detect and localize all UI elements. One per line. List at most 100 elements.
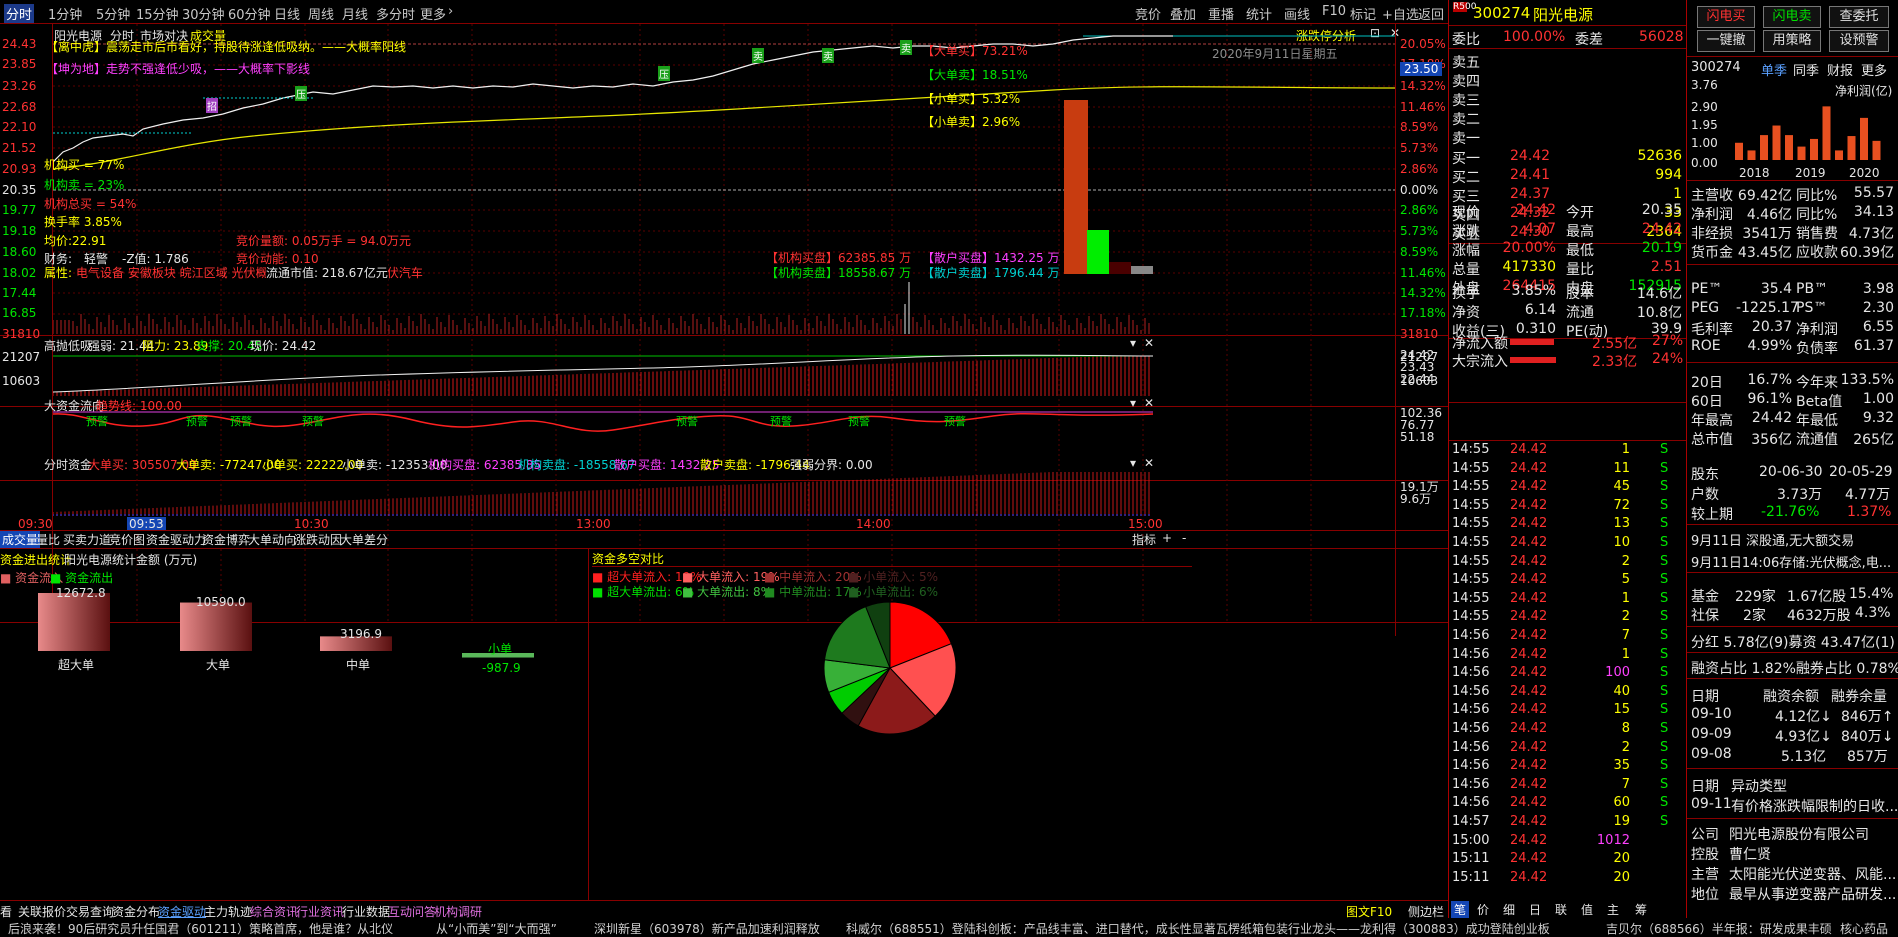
tab-buy-sell-force[interactable]: 买卖力道 xyxy=(63,531,111,548)
collapse-icon[interactable]: ▾ xyxy=(1130,456,1136,470)
flash-sell-button[interactable]: 闪电卖 xyxy=(1763,6,1821,28)
tab-1min[interactable]: 1分钟 xyxy=(48,4,82,23)
tab-pen[interactable]: 笔 xyxy=(1451,901,1470,918)
chevron-right-icon[interactable]: › xyxy=(448,4,453,19)
fin-value: 6.55 xyxy=(1862,319,1894,335)
news-item[interactable]: 后浪来袭！90后研究员升任国君（601211）策略首席，他是谁？从北仪 xyxy=(8,920,393,937)
tab-monthly[interactable]: 月线 xyxy=(342,4,368,23)
sell-marker[interactable]: 卖 xyxy=(822,48,834,63)
close-icon[interactable]: ✕ xyxy=(1144,336,1154,350)
tab-big-diff[interactable]: 大单差分 xyxy=(340,531,388,548)
attr-label: 属性: xyxy=(44,266,73,280)
tab-15min[interactable]: 15分钟 xyxy=(136,4,179,23)
news-line[interactable]: 9月11日 深股通,无大额交易 xyxy=(1691,530,1854,549)
stat-label: 量比 xyxy=(1566,262,1594,278)
tab-vol-ratio[interactable]: 量比 xyxy=(36,531,60,548)
indicator-tab-bar: 成交量 量比 买卖力道 竞价图 资金驱动力 资金博弈 大单动向 涨跌动因 大单差… xyxy=(0,530,1448,548)
tab-quarter[interactable]: 单季 xyxy=(1761,60,1787,79)
tab-fenshi[interactable]: 分时 xyxy=(4,4,35,23)
retail-sell-amount: 【散户卖盘】1796.44 万 xyxy=(922,266,1060,280)
tick-price: 24.42 xyxy=(1510,776,1548,792)
weicha-label: 委差 xyxy=(1575,32,1603,48)
tick-price: 24.42 xyxy=(1510,869,1548,885)
cancel-all-button[interactable]: 一键撤 xyxy=(1697,30,1755,52)
tab-report[interactable]: 财报 xyxy=(1827,60,1853,79)
news-item[interactable]: 科威尔（688551）登陆科创板：产品线丰富、进口替代，成长性显著 xyxy=(846,920,1216,937)
tab-day[interactable]: 日 xyxy=(1529,901,1541,918)
tick-price: 24.42 xyxy=(1510,795,1548,811)
tab-auction-chart[interactable]: 竞价图 xyxy=(109,531,145,548)
news-line[interactable]: 9月11日14:06存储:光伏概念,电... xyxy=(1691,552,1891,571)
tab-30min[interactable]: 30分钟 xyxy=(182,4,225,23)
indicator-button[interactable]: 指标 xyxy=(1132,531,1156,548)
company-label: 公司 xyxy=(1691,827,1719,843)
company-value: 曹仁贤 xyxy=(1729,847,1771,863)
tool-auction[interactable]: 竞价 xyxy=(1135,4,1161,23)
tab-value[interactable]: 值 xyxy=(1581,901,1593,918)
tab-big-order[interactable]: 大单动向 xyxy=(248,531,296,548)
tab-change-cause[interactable]: 涨跌动因 xyxy=(294,531,342,548)
stat-value: 3.85% xyxy=(1511,283,1556,299)
time-tick: 09:30 xyxy=(18,517,53,531)
tool-stats[interactable]: 统计 xyxy=(1246,4,1272,23)
tool-overlay[interactable]: 叠加 xyxy=(1170,4,1196,23)
news-item[interactable]: 瓦楞纸箱包装行业龙头——龙利得（300883）成功登陆创业板 xyxy=(1216,920,1550,937)
tab-detail[interactable]: 细 xyxy=(1503,901,1515,918)
tab-chips[interactable]: 筹 xyxy=(1635,901,1647,918)
tab-fund-game[interactable]: 资金博弈 xyxy=(202,531,250,548)
news-item[interactable]: 核心药品 xyxy=(1840,920,1888,937)
tab-60min[interactable]: 60分钟 xyxy=(228,4,271,23)
tab-price[interactable]: 价 xyxy=(1477,901,1489,918)
tick-volume: 11 xyxy=(1613,460,1630,476)
set-alert-button[interactable]: 设预警 xyxy=(1829,30,1889,52)
zoom-in-button[interactable]: + xyxy=(1162,531,1172,545)
profit-bar xyxy=(1860,117,1868,160)
tab-fund-drive[interactable]: 资金驱动力 xyxy=(146,531,206,548)
fund-holder: 1.67亿股 xyxy=(1787,589,1847,605)
sell-marker[interactable]: 卖 xyxy=(900,40,912,55)
tool-draw[interactable]: 画线 xyxy=(1284,4,1310,23)
tab-main[interactable]: 主 xyxy=(1607,901,1619,918)
fin-label: 20日 xyxy=(1691,375,1723,391)
tab-5min[interactable]: 5分钟 xyxy=(96,4,130,23)
news-item[interactable]: 吉贝尔（688566）半年报：研发成果丰硕 xyxy=(1606,920,1832,937)
tab-multi[interactable]: 多分时 xyxy=(376,4,415,23)
sub3-svg xyxy=(53,472,1150,516)
time-tick: 14:00 xyxy=(856,517,891,531)
news-item[interactable]: 从“小而美”到“大而强” xyxy=(436,920,557,937)
tab-weekly[interactable]: 周线 xyxy=(308,4,334,23)
fin-year: 2020 xyxy=(1849,166,1880,180)
tool-f10[interactable]: F10 xyxy=(1322,4,1346,19)
buy-marker[interactable]: 招 xyxy=(206,98,218,113)
tab-more[interactable]: 更多 xyxy=(420,4,446,23)
auction-momentum: 竞价动能: 0.10 xyxy=(236,252,319,266)
tool-back[interactable]: 返回 xyxy=(1418,4,1444,23)
tool-add-watch[interactable]: +自选 xyxy=(1382,4,1419,23)
tab-volume[interactable]: 成交量 xyxy=(0,531,41,548)
collapse-icon[interactable]: ▾ xyxy=(1130,336,1136,350)
turnover-label: 换手率 3.85% xyxy=(44,215,122,229)
sub2-svg xyxy=(53,411,1153,432)
tab-same-quarter[interactable]: 同季 xyxy=(1793,60,1819,79)
close-icon[interactable]: ✕ xyxy=(1144,456,1154,470)
tick-time: 14:55 xyxy=(1452,460,1490,476)
buy-marker[interactable]: 压 xyxy=(295,86,307,101)
sell-marker[interactable]: 卖 xyxy=(752,48,764,63)
buy-marker[interactable]: 压 xyxy=(658,66,670,81)
tab-more-fin[interactable]: 更多 xyxy=(1861,60,1887,79)
tool-mark[interactable]: 标记 xyxy=(1350,4,1376,23)
fin-value: 356亿 xyxy=(1751,432,1792,448)
company-value: 最早从事逆变器产品研发... xyxy=(1729,887,1897,903)
flash-buy-button[interactable]: 闪电买 xyxy=(1697,6,1755,28)
use-strategy-button[interactable]: 用策略 xyxy=(1763,30,1821,52)
tool-replay[interactable]: 重播 xyxy=(1208,4,1234,23)
tick-volume: 10 xyxy=(1613,535,1630,550)
query-order-button[interactable]: 查委托 xyxy=(1829,6,1889,28)
news-item[interactable]: 深圳新星（603978）新产品加速利润释放 xyxy=(594,920,820,937)
stat-value: 6.14 xyxy=(1524,302,1556,318)
tab-daily[interactable]: 日线 xyxy=(274,4,300,23)
stat-label: 现价 xyxy=(1452,205,1480,221)
tab-link[interactable]: 联 xyxy=(1555,901,1567,918)
small-sell-bar xyxy=(1131,266,1153,274)
zoom-out-button[interactable]: - xyxy=(1182,531,1186,545)
